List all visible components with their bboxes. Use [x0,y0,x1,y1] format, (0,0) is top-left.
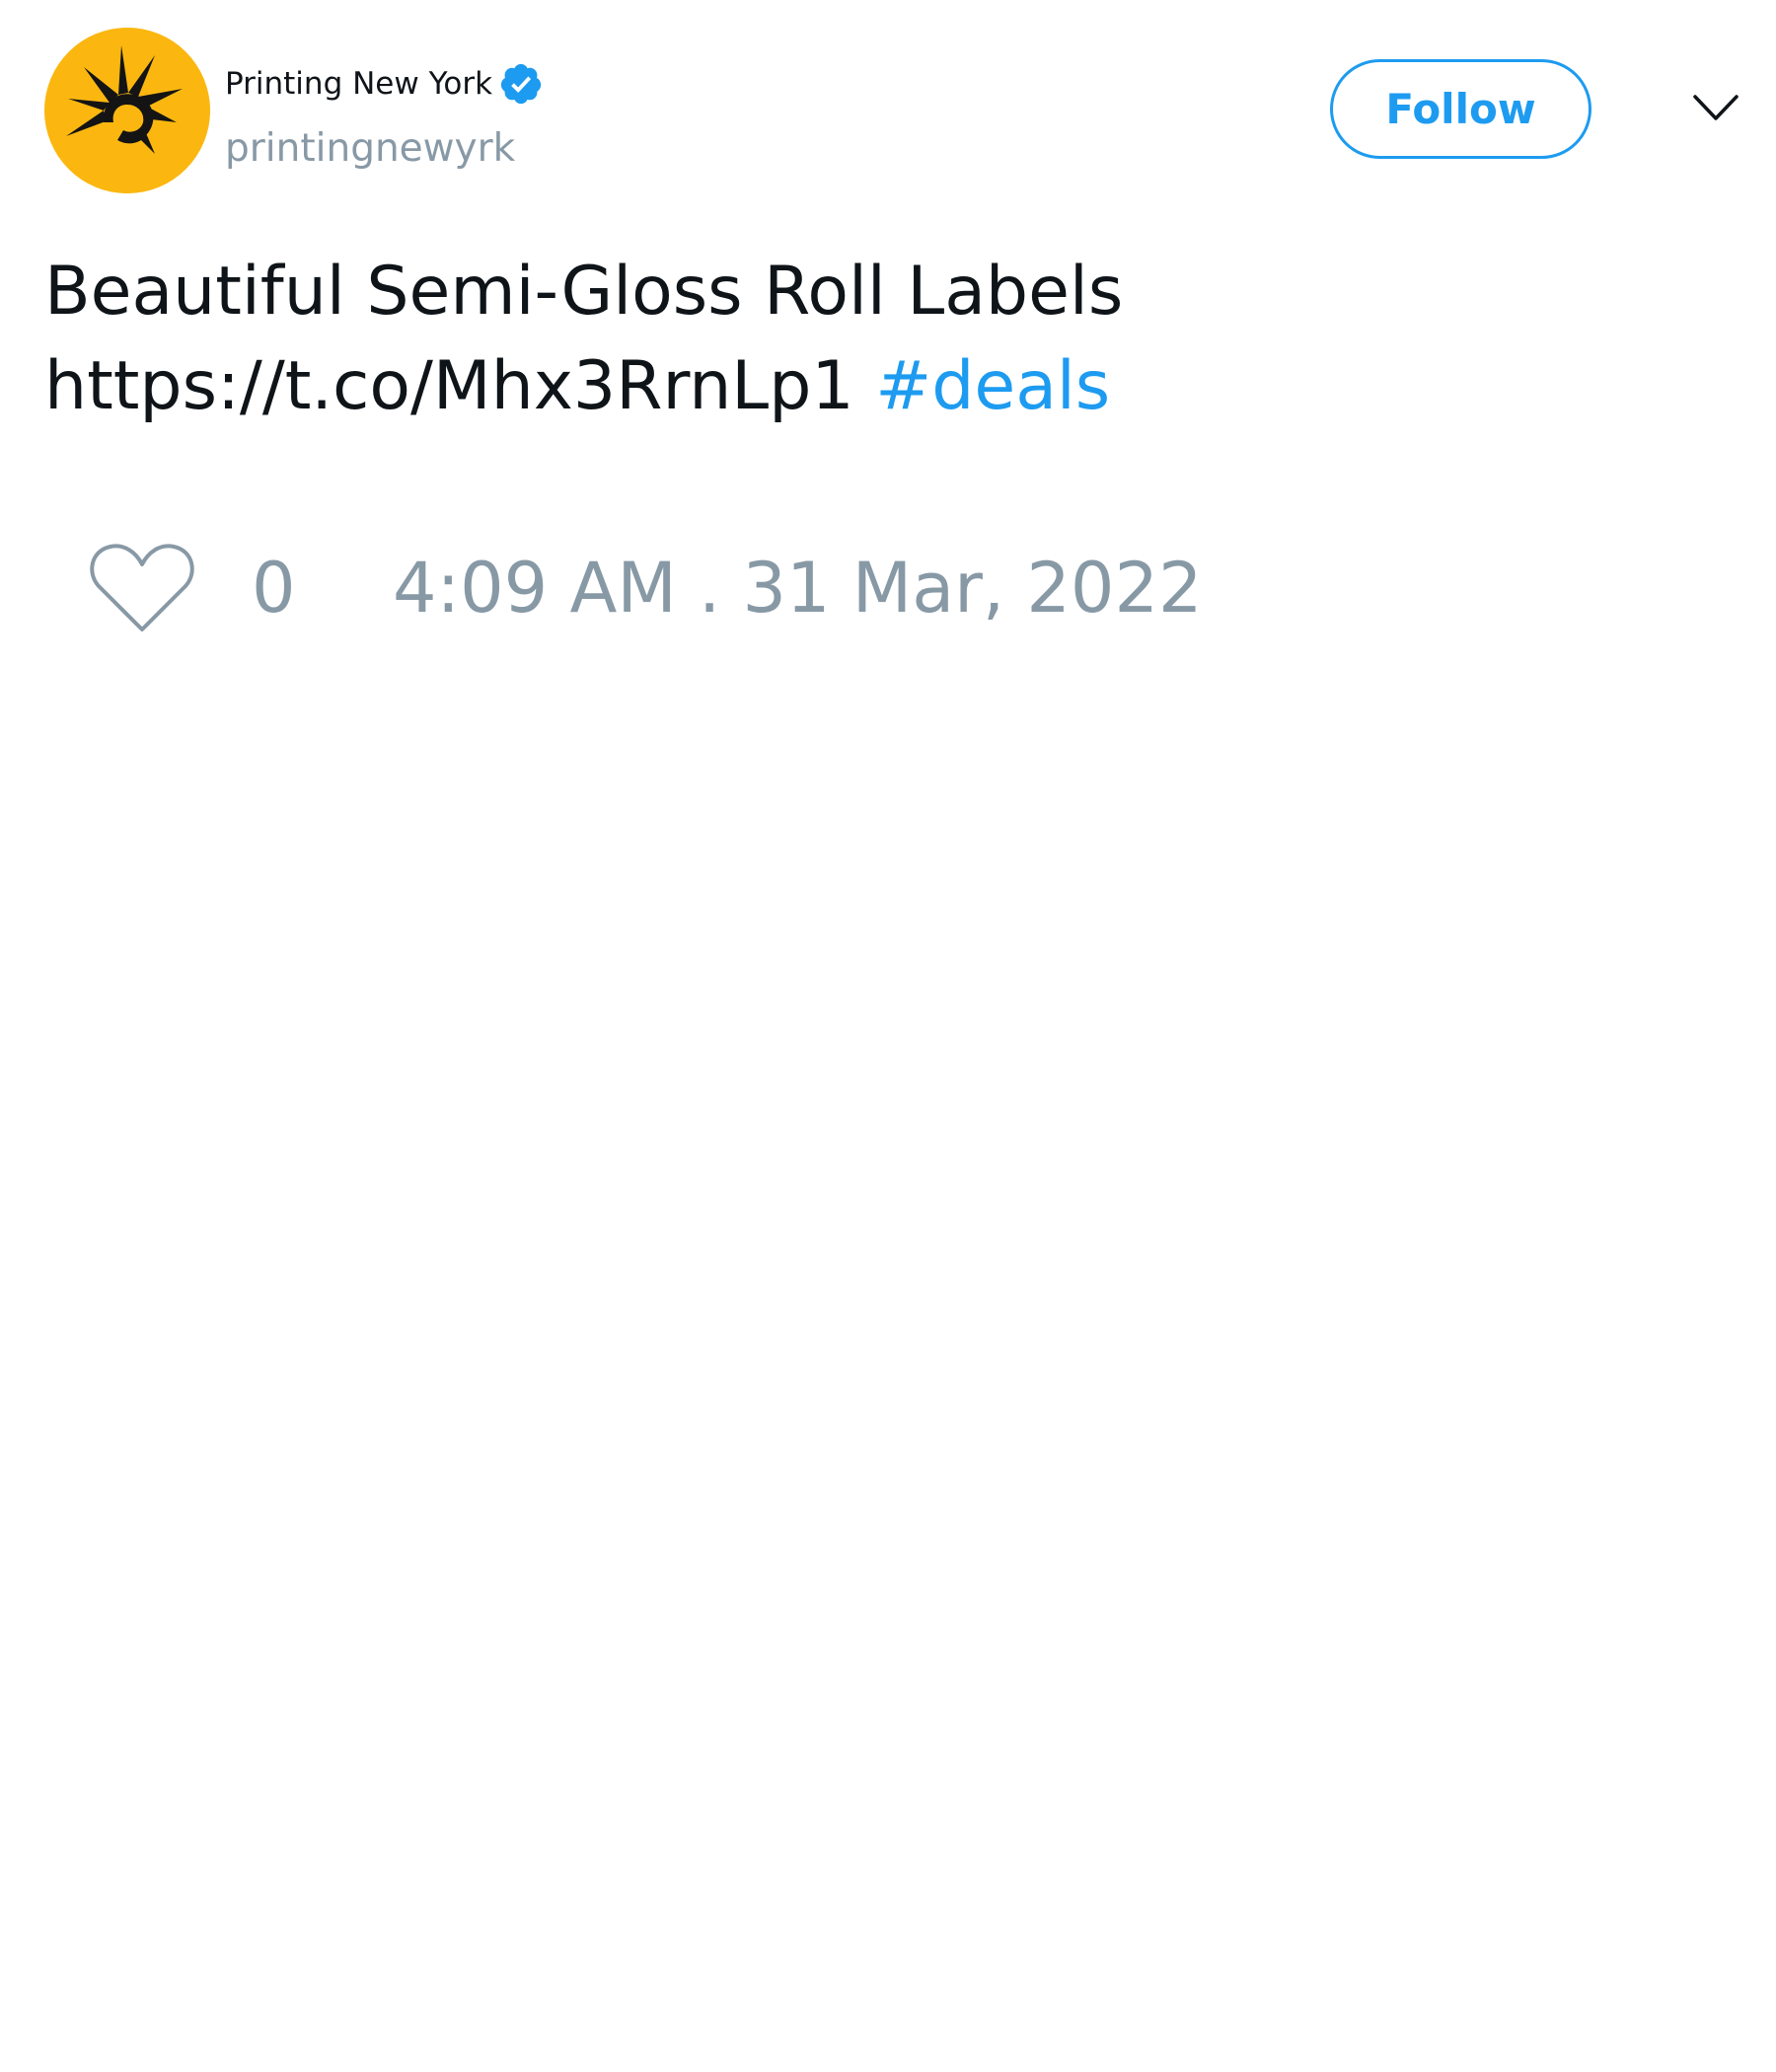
sunburst-logo-icon [44,28,210,193]
like-count: 0 [252,548,296,629]
heart-icon[interactable] [89,541,195,635]
tweet-link[interactable]: https://t.co/Mhx3RrnLp1 [44,347,854,425]
tweet-text-line-2: https://t.co/Mhx3RrnLp1 #deals [44,339,1722,434]
display-name[interactable]: Printing New York [225,66,492,102]
handle[interactable]: printingnewyrk [225,126,515,171]
verified-badge-icon [498,61,544,107]
avatar[interactable] [44,28,210,193]
timestamp[interactable]: 4:09 AM . 31 Mar, 2022 [393,548,1203,629]
tweet-text: Beautiful Semi-Gloss Roll Labels https:/… [44,245,1722,434]
tweet-text-line: Beautiful Semi-Gloss Roll Labels [44,253,1124,331]
hashtag-link[interactable]: #deals [875,347,1110,425]
follow-button[interactable]: Follow [1330,59,1591,159]
display-name-row: Printing New York [225,57,544,111]
chevron-down-icon[interactable] [1692,91,1739,124]
